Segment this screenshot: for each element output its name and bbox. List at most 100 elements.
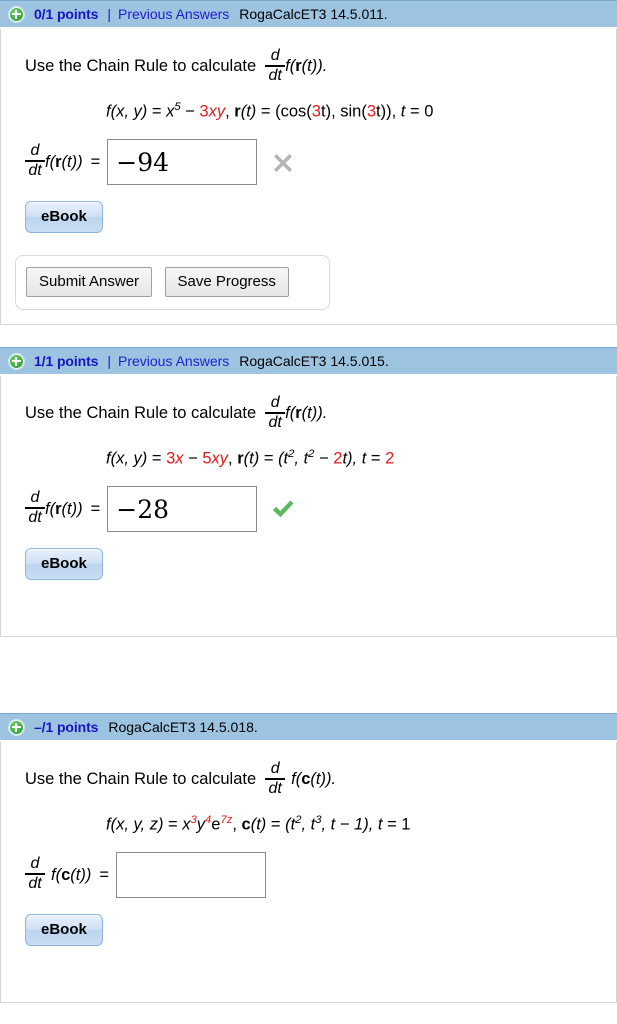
previous-answers-link[interactable]: Previous Answers xyxy=(118,6,229,22)
term-xy: xy xyxy=(208,102,226,120)
coefficient-3: 3 xyxy=(166,449,176,467)
question-gap-1 xyxy=(0,325,617,347)
equals-sign: = xyxy=(151,102,162,120)
derivative-denominator: dt xyxy=(268,66,282,84)
function-label: f(x, y, z) xyxy=(106,815,164,833)
t-label: t xyxy=(400,102,406,120)
r-value-post: t)), xyxy=(376,102,397,120)
answer-derivative-denominator: dt xyxy=(28,874,42,892)
coefficient-3: 3 xyxy=(199,102,209,120)
function-label: f(x, y) xyxy=(106,449,148,467)
previous-answers-link[interactable]: Previous Answers xyxy=(118,353,229,369)
question-gap-2 xyxy=(0,637,617,713)
answer-derivative-denominator: dt xyxy=(28,161,42,179)
question-block-1: 0/1 points | Previous Answers RogaCalcET… xyxy=(0,0,617,325)
term-xy: xy xyxy=(211,449,229,467)
submit-answer-button[interactable]: Submit Answer xyxy=(26,267,153,297)
body-tail-spacer xyxy=(1,946,616,1002)
e-exponent: 7z xyxy=(220,813,233,826)
derivative-numerator: d xyxy=(270,47,280,64)
prompt-lead: Use the Chain Rule to calculate xyxy=(25,403,257,422)
derivative-operator: d dt xyxy=(265,760,286,797)
c-mid: , t xyxy=(301,815,316,833)
question-given-2: f(x, y) = 3x − 5xy, r(t) = (t2, t2 − 2t)… xyxy=(106,447,395,468)
body-tail-spacer xyxy=(1,580,616,636)
answer-function: f(r(t)) xyxy=(45,152,83,171)
save-progress-button[interactable]: Save Progress xyxy=(164,267,289,297)
r-exponent-2: 2 xyxy=(308,447,315,460)
answer-label-2: d dt f(r(t)) = xyxy=(25,490,107,527)
t-label: t xyxy=(361,449,367,467)
derivative-numerator: d xyxy=(270,394,280,411)
check-mark-icon xyxy=(271,497,295,521)
question-body-2: Use the Chain Rule to calculate d dt f(r… xyxy=(0,376,617,637)
r-minus: − xyxy=(319,449,329,467)
body-tail-spacer xyxy=(1,310,616,324)
r-pre: (t xyxy=(278,449,289,467)
f-exponent: 5 xyxy=(174,100,181,113)
question-header-1: 0/1 points | Previous Answers RogaCalcET… xyxy=(0,0,617,29)
ebook-button-1[interactable]: eBook xyxy=(25,201,103,233)
question-body-1: Use the Chain Rule to calculate d dt f(r… xyxy=(0,29,617,325)
answer-label-3: d dt f(c(t)) = xyxy=(25,856,116,893)
function-label: f(x, y) xyxy=(106,102,148,120)
plus-circle-icon[interactable] xyxy=(8,352,25,370)
prompt-lead: Use the Chain Rule to calculate xyxy=(25,56,257,75)
answer-row-1: d dt f(r(t)) = xyxy=(1,121,616,185)
minus-sign: − xyxy=(188,449,198,467)
t-value: 2 xyxy=(385,449,395,467)
ebook-button-3[interactable]: eBook xyxy=(25,914,103,946)
header-separator: | xyxy=(107,6,111,22)
term-x: x xyxy=(175,449,184,467)
question-reference: RogaCalcET3 14.5.018. xyxy=(108,719,258,735)
answer-row-2: d dt f(r(t)) = xyxy=(1,468,616,532)
question-prompt-2: Use the Chain Rule to calculate d dt f(r… xyxy=(1,390,616,432)
equals-sign: = xyxy=(168,815,178,833)
prompt-lead: Use the Chain Rule to calculate xyxy=(25,769,257,788)
answer-derivative-operator: d dt xyxy=(25,856,45,892)
answer-derivative-denominator: dt xyxy=(28,508,42,526)
c-tail: , t − 1), xyxy=(321,815,374,833)
question-given-3: f(x, y, z) = x3y4e7z, c(t) = (t2, t3, t … xyxy=(106,813,411,834)
answer-input-1[interactable] xyxy=(107,139,258,185)
x-base: x xyxy=(182,815,191,833)
prompt-function: f(c(t)). xyxy=(291,769,337,788)
equals-sign: = xyxy=(151,449,162,467)
question-prompt-3: Use the Chain Rule to calculate d dt f(c… xyxy=(1,756,616,798)
t-label: t xyxy=(377,815,383,833)
points-label: 0/1 points xyxy=(34,6,99,22)
prompt-function: f(r(t)). xyxy=(285,403,328,422)
r-value-mid: t), sin( xyxy=(320,102,367,120)
header-separator: | xyxy=(107,353,111,369)
answer-derivative-numerator: d xyxy=(30,142,40,160)
c-pre: (t xyxy=(285,815,296,833)
answer-label-1: d dt f(r(t)) = xyxy=(25,142,107,180)
coefficient-5: 5 xyxy=(202,449,212,467)
derivative-operator: d dt xyxy=(265,47,286,84)
question-block-3: –/1 points RogaCalcET3 14.5.018. Use the… xyxy=(0,713,617,1003)
derivative-operator: d dt xyxy=(265,394,286,431)
question-given-1: f(x, y) = x5 − 3xy, r(t) = (cos(3t), sin… xyxy=(106,100,434,121)
answer-input-3[interactable] xyxy=(116,852,267,898)
answer-row-3: d dt f(c(t)) = xyxy=(1,834,616,898)
assignment-page: 0/1 points | Previous Answers RogaCalcET… xyxy=(0,0,617,1003)
question-reference: RogaCalcET3 14.5.011. xyxy=(239,6,388,22)
derivative-denominator: dt xyxy=(268,413,282,431)
ebook-button-2[interactable]: eBook xyxy=(25,548,103,580)
minus-sign: − xyxy=(185,102,195,120)
r-value-pre: (cos( xyxy=(275,102,312,120)
derivative-denominator: dt xyxy=(268,779,282,797)
derivative-numerator: d xyxy=(270,760,280,777)
answer-input-2[interactable] xyxy=(107,486,258,532)
submit-panel: Submit Answer Save Progress xyxy=(15,255,330,310)
t-value: 1 xyxy=(401,815,411,833)
answer-derivative-operator: d dt xyxy=(25,490,45,526)
points-label: 1/1 points xyxy=(34,353,99,369)
answer-derivative-numerator: d xyxy=(30,489,40,507)
answer-equals: = xyxy=(90,152,101,171)
answer-function: f(r(t)) xyxy=(45,499,83,518)
plus-circle-icon[interactable] xyxy=(8,718,25,736)
plus-circle-icon[interactable] xyxy=(8,5,25,23)
y-base: y xyxy=(196,815,206,833)
answer-equals: = xyxy=(90,499,101,518)
